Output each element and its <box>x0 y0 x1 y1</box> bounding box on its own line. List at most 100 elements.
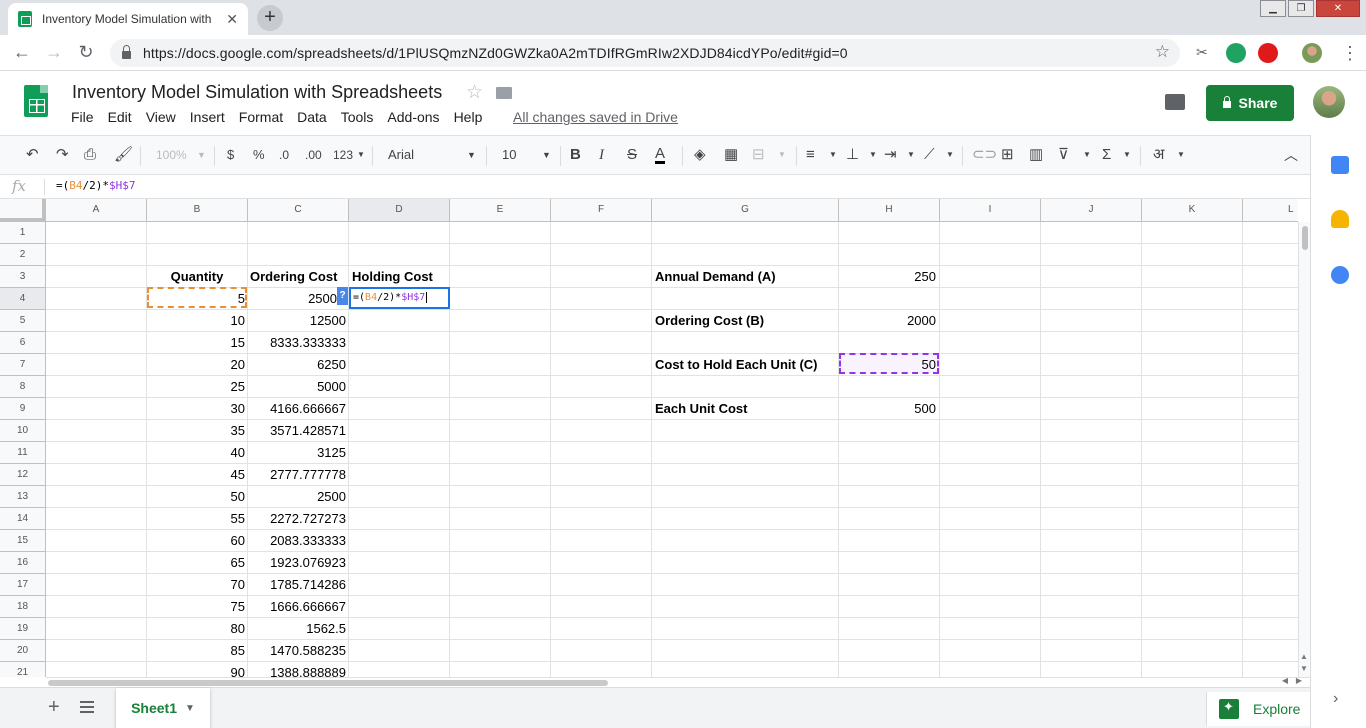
grid-cell[interactable] <box>839 596 940 618</box>
grid-cell[interactable] <box>1041 376 1142 398</box>
grid-cell[interactable] <box>551 464 652 486</box>
account-avatar[interactable] <box>1313 86 1345 118</box>
column-header-e[interactable]: E <box>450 199 551 222</box>
grid-cell[interactable] <box>46 618 147 640</box>
grid-cell[interactable] <box>652 420 839 442</box>
ordering-cost-cell[interactable]: 2083.333333 <box>248 530 349 552</box>
grid-cell[interactable] <box>839 662 940 677</box>
grid-cell[interactable] <box>450 244 551 266</box>
grid-cell[interactable] <box>450 640 551 662</box>
row-header[interactable]: 2 <box>0 244 46 266</box>
quantity-cell[interactable]: 60 <box>147 530 248 552</box>
menu-format[interactable]: Format <box>232 109 290 125</box>
grid-cell[interactable] <box>551 618 652 640</box>
grid-cell[interactable] <box>46 552 147 574</box>
row-header[interactable]: 4 <box>0 288 46 310</box>
menu-file[interactable]: File <box>64 109 101 125</box>
grid-cell[interactable] <box>551 288 652 310</box>
grid-cell[interactable] <box>1243 288 1298 310</box>
row-header[interactable]: 21 <box>0 662 46 677</box>
comments-icon[interactable] <box>1165 94 1185 110</box>
grid-cell[interactable] <box>450 662 551 677</box>
grid-cell[interactable] <box>1142 310 1243 332</box>
text-wrap-icon[interactable]: ⇥ <box>884 146 897 164</box>
quantity-cell[interactable]: 55 <box>147 508 248 530</box>
grid-cell[interactable] <box>940 442 1041 464</box>
grid-cell[interactable] <box>1142 508 1243 530</box>
row-header[interactable]: 8 <box>0 376 46 398</box>
grid-cell[interactable] <box>839 332 940 354</box>
all-sheets-icon[interactable] <box>80 701 94 713</box>
vertical-scroll-thumb[interactable] <box>1302 226 1308 250</box>
ordering-cost-cell[interactable]: 8333.333333 <box>248 332 349 354</box>
param-label-holding-cost[interactable]: Cost to Hold Each Unit (C) <box>652 354 839 376</box>
quantity-cell[interactable]: 15 <box>147 332 248 354</box>
grid-cell[interactable] <box>450 530 551 552</box>
ordering-cost-cell[interactable]: 4166.666667 <box>248 398 349 420</box>
reload-icon[interactable]: ↻ <box>70 42 102 63</box>
grid-cell[interactable] <box>46 354 147 376</box>
grid-cell[interactable] <box>46 222 147 244</box>
grid-cell[interactable] <box>652 464 839 486</box>
quantity-cell[interactable]: 35 <box>147 420 248 442</box>
grid-cell[interactable] <box>248 222 349 244</box>
grid-cell[interactable] <box>450 442 551 464</box>
grid-cell[interactable] <box>652 508 839 530</box>
grid-cell[interactable] <box>652 222 839 244</box>
expand-panel-icon[interactable]: › <box>1333 690 1338 708</box>
grid-cell[interactable] <box>1142 552 1243 574</box>
grid-cell[interactable] <box>1041 596 1142 618</box>
grid-cell[interactable] <box>940 486 1041 508</box>
grid-cell[interactable] <box>1243 662 1298 677</box>
grid-cell[interactable] <box>46 464 147 486</box>
param-value-annual-demand[interactable]: 250 <box>839 266 940 288</box>
star-icon[interactable]: ☆ <box>466 81 483 104</box>
grid-cell[interactable] <box>1142 596 1243 618</box>
grid-cell[interactable] <box>551 640 652 662</box>
grid-cell[interactable] <box>551 266 652 288</box>
grid-cell[interactable] <box>1041 310 1142 332</box>
grid-cell[interactable] <box>940 596 1041 618</box>
horizontal-scroll-thumb[interactable] <box>48 680 608 686</box>
grid-cell[interactable] <box>349 442 450 464</box>
grid-cell[interactable] <box>349 486 450 508</box>
italic-button[interactable]: I <box>599 146 604 164</box>
grid-cell[interactable] <box>450 552 551 574</box>
row-header[interactable]: 6 <box>0 332 46 354</box>
grid-cell[interactable] <box>652 574 839 596</box>
ordering-cost-cell[interactable]: 3571.428571 <box>248 420 349 442</box>
menu-addons[interactable]: Add-ons <box>380 109 446 125</box>
grid-cell[interactable] <box>1142 244 1243 266</box>
grid-cell[interactable] <box>349 310 450 332</box>
browser-tab[interactable]: Inventory Model Simulation with ✕ <box>8 3 248 35</box>
grid-cell[interactable] <box>839 486 940 508</box>
header-ordering-cost[interactable]: Ordering Cost <box>248 266 349 288</box>
grid-cell[interactable] <box>349 420 450 442</box>
decrease-decimal-button[interactable]: .0 <box>279 146 289 164</box>
spreadsheet-grid[interactable]: A B C D E F G H I J K L 1 2 3 4 5 6 7 8 9 10 11 12 1… <box>0 199 1298 677</box>
grid-cell[interactable] <box>940 376 1041 398</box>
grid-cell[interactable] <box>940 464 1041 486</box>
grid-cell[interactable] <box>1142 266 1243 288</box>
grid-cell[interactable] <box>652 332 839 354</box>
ordering-cost-cell[interactable]: 2777.777778 <box>248 464 349 486</box>
grid-cell[interactable] <box>1041 640 1142 662</box>
quantity-cell[interactable]: 75 <box>147 596 248 618</box>
grid-cell[interactable] <box>450 596 551 618</box>
grid-cell[interactable] <box>1041 618 1142 640</box>
strikethrough-button[interactable]: S <box>627 146 637 164</box>
row-header[interactable]: 5 <box>0 310 46 332</box>
grid-cell[interactable] <box>1041 244 1142 266</box>
profile-avatar-icon[interactable] <box>1302 43 1322 63</box>
grid-cell[interactable] <box>46 398 147 420</box>
quantity-cell[interactable]: 40 <box>147 442 248 464</box>
scroll-right-icon[interactable]: ▶ <box>1296 676 1302 685</box>
grid-cell[interactable] <box>551 244 652 266</box>
grid-cell[interactable] <box>551 442 652 464</box>
grid-cell[interactable] <box>1041 464 1142 486</box>
font-select[interactable]: Arial <box>388 146 414 164</box>
column-header-k[interactable]: K <box>1142 199 1243 222</box>
grid-cell[interactable] <box>940 662 1041 677</box>
grid-cell[interactable] <box>1142 420 1243 442</box>
grid-cell[interactable] <box>551 222 652 244</box>
